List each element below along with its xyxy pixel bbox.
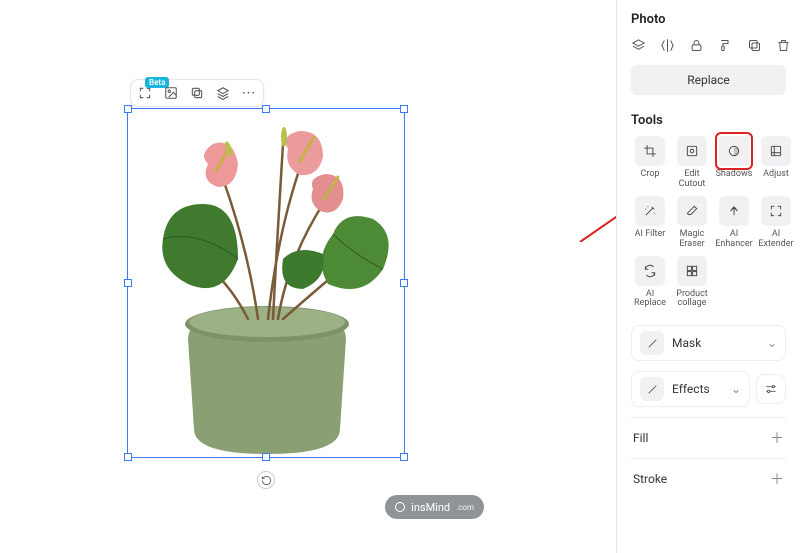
resize-handle[interactable] — [124, 105, 132, 113]
ai-expand-icon[interactable]: Beta — [137, 85, 153, 101]
watermark: insMind .com — [385, 495, 484, 519]
tool-label: AI Extender — [758, 230, 793, 250]
tool-label: Product collage — [676, 290, 707, 310]
tool-crop[interactable]: Crop — [631, 136, 669, 190]
flip-icon[interactable] — [660, 37, 675, 53]
tool-label: Shadows — [716, 170, 753, 180]
image-icon[interactable] — [163, 85, 179, 101]
tool-edit-cutout[interactable]: Edit Cutout — [673, 136, 711, 190]
panel-title: Photo — [631, 12, 786, 27]
add-fill-icon[interactable]: ＋ — [770, 428, 784, 448]
replace-button[interactable]: Replace — [631, 65, 786, 95]
watermark-icon — [395, 502, 405, 512]
resize-handle[interactable] — [124, 453, 132, 461]
tool-label: Magic Eraser — [679, 230, 704, 250]
copy-icon[interactable] — [189, 85, 205, 101]
tool-label: AI Filter — [635, 230, 666, 240]
duplicate-icon[interactable] — [747, 37, 762, 53]
tools-section-label: Tools — [631, 113, 786, 128]
effects-settings-button[interactable] — [756, 374, 786, 404]
watermark-suffix: .com — [456, 503, 474, 512]
effects-label: Effects — [672, 382, 710, 396]
canvas-area[interactable]: Beta ⋯ — [0, 0, 616, 553]
watermark-text: insMind — [411, 501, 450, 514]
shadows-icon — [719, 136, 749, 166]
lock-icon[interactable] — [689, 37, 704, 53]
tool-label: AI Replace — [634, 290, 666, 310]
resize-handle[interactable] — [400, 105, 408, 113]
delete-icon[interactable] — [776, 37, 791, 53]
tool-label: Adjust — [763, 170, 789, 180]
add-stroke-icon[interactable]: ＋ — [770, 469, 784, 489]
resize-handle[interactable] — [124, 279, 132, 287]
crop-icon — [635, 136, 665, 166]
adjust-icon — [761, 136, 791, 166]
layers-icon[interactable] — [631, 37, 646, 53]
stroke-label: Stroke — [633, 472, 667, 486]
tool-magic-eraser[interactable]: Magic Eraser — [673, 196, 711, 250]
enhance-icon — [719, 196, 749, 226]
floating-toolbar: Beta ⋯ — [130, 79, 264, 107]
layers2-icon[interactable] — [215, 85, 231, 101]
selected-image-frame[interactable] — [127, 108, 405, 458]
right-panel: Photo Replace Tools Crop Edit Cutout Shado… — [616, 0, 800, 553]
chevron-down-icon: ⌄ — [731, 382, 741, 396]
collage-icon — [677, 256, 707, 286]
wand-icon — [635, 196, 665, 226]
tool-product-collage[interactable]: Product collage — [673, 256, 711, 310]
tool-ai-extender[interactable]: AI Extender — [757, 196, 795, 250]
tool-adjust[interactable]: Adjust — [757, 136, 795, 190]
tool-ai-replace[interactable]: AI Replace — [631, 256, 669, 310]
fill-label: Fill — [633, 431, 648, 445]
stroke-row[interactable]: Stroke ＋ — [631, 458, 786, 499]
mask-row[interactable]: Mask ⌄ — [631, 325, 786, 361]
tool-ai-filter[interactable]: AI Filter — [631, 196, 669, 250]
resize-handle[interactable] — [400, 279, 408, 287]
tool-shadows[interactable]: Shadows — [715, 136, 753, 190]
effects-icon — [640, 377, 664, 401]
plant-image — [128, 109, 404, 457]
tool-label: AI Enhancer — [715, 230, 752, 250]
tool-ai-enhancer[interactable]: AI Enhancer — [715, 196, 753, 250]
rotate-handle[interactable] — [257, 471, 275, 489]
replace-icon — [635, 256, 665, 286]
top-action-strip — [631, 37, 786, 53]
fill-row[interactable]: Fill ＋ — [631, 417, 786, 458]
tool-label: Crop — [640, 170, 659, 180]
mask-icon — [640, 331, 664, 355]
tool-label: Edit Cutout — [679, 170, 706, 190]
resize-handle[interactable] — [400, 453, 408, 461]
paint-icon[interactable] — [718, 37, 733, 53]
tools-grid: Crop Edit Cutout Shadows Adjust AI Filter Mag… — [631, 136, 786, 309]
resize-handle[interactable] — [262, 453, 270, 461]
more-icon[interactable]: ⋯ — [241, 85, 257, 101]
resize-handle[interactable] — [262, 105, 270, 113]
chevron-down-icon: ⌄ — [767, 336, 777, 350]
edit-icon — [677, 136, 707, 166]
extend-icon — [761, 196, 791, 226]
mask-label: Mask — [672, 336, 701, 350]
effects-row[interactable]: Effects ⌄ — [631, 371, 750, 407]
eraser-icon — [677, 196, 707, 226]
